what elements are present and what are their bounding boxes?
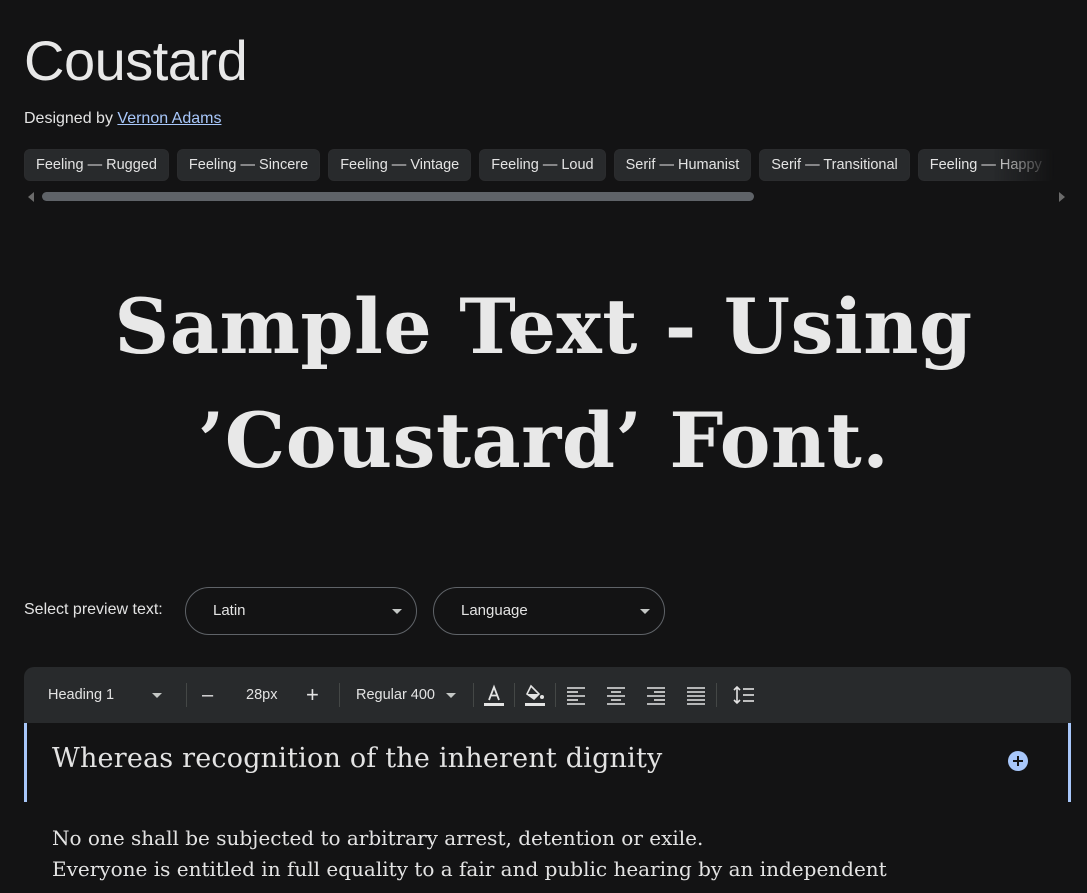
align-left-icon[interactable] — [564, 683, 588, 707]
tag-chip[interactable]: Feeling — Sincere — [176, 149, 321, 181]
body-line: No one shall be subjected to arbitrary a… — [52, 826, 704, 850]
dropdown-arrow-icon — [152, 693, 162, 698]
dropdown-arrow-icon — [640, 609, 650, 614]
font-title: Coustard — [24, 29, 248, 92]
editor-body-text[interactable]: No one shall be subjected to arbitrary a… — [52, 823, 1052, 885]
font-weight-select[interactable]: Regular 400 — [356, 667, 461, 723]
preview-text-label: Select preview text: — [24, 601, 163, 618]
toolbar-divider — [339, 683, 340, 707]
script-select[interactable]: Latin — [185, 587, 417, 635]
sample-line-2: ’Coustard’ Font. — [197, 396, 890, 485]
dropdown-arrow-icon — [446, 693, 456, 698]
script-select-value: Latin — [213, 602, 246, 619]
tag-chip-list: Feeling — Rugged Feeling — Sincere Feeling… — [24, 149, 1060, 182]
tag-chip[interactable]: Feeling — Vintage — [328, 149, 472, 181]
increase-size-button[interactable]: + — [306, 667, 319, 723]
body-line: Everyone is entitled in full equality to… — [52, 857, 887, 881]
text-color-icon[interactable] — [482, 683, 506, 707]
toolbar-divider — [716, 683, 717, 707]
text-style-select[interactable]: Heading 1 — [48, 667, 168, 723]
editor-toolbar: Heading 1 – 28px + Regular 400 — [24, 667, 1071, 723]
toolbar-divider — [186, 683, 187, 707]
sample-line-1: Sample Text - Using — [114, 282, 973, 371]
tag-chip[interactable]: Serif — Humanist — [613, 149, 752, 181]
font-weight-value: Regular 400 — [356, 687, 435, 703]
tag-chip[interactable]: Serif — Transitional — [759, 149, 910, 181]
language-select-value: Language — [461, 602, 528, 619]
editor-heading-block[interactable]: Whereas recognition of the inherent dign… — [24, 723, 1071, 802]
decrease-size-button[interactable]: – — [202, 667, 213, 723]
toolbar-divider — [555, 683, 556, 707]
align-center-icon[interactable] — [604, 683, 628, 707]
scroll-right-arrow-icon[interactable] — [1059, 192, 1065, 202]
designer-link[interactable]: Vernon Adams — [117, 110, 221, 127]
tag-chip[interactable]: Feeling — Happy — [917, 149, 1054, 181]
dropdown-arrow-icon — [392, 609, 402, 614]
designed-by-label: Designed by — [24, 110, 113, 127]
add-icon[interactable] — [1008, 751, 1028, 771]
language-select[interactable]: Language — [433, 587, 665, 635]
horizontal-scrollbar-thumb[interactable] — [42, 192, 754, 201]
toolbar-divider — [514, 683, 515, 707]
line-height-icon[interactable] — [732, 683, 756, 707]
editor-heading-text[interactable]: Whereas recognition of the inherent dign… — [52, 743, 662, 774]
designer-line: Designed by Vernon Adams — [24, 110, 221, 128]
text-style-value: Heading 1 — [48, 687, 115, 703]
font-size-value[interactable]: 28px — [246, 667, 277, 723]
tag-chip[interactable]: Feeling — Loud — [479, 149, 606, 181]
tag-chip[interactable]: Feeling — Rugged — [24, 149, 169, 181]
scroll-left-arrow-icon[interactable] — [28, 192, 34, 202]
sample-text-preview: Sample Text - Using ’Coustard’ Font. — [40, 270, 1047, 498]
align-right-icon[interactable] — [644, 683, 668, 707]
align-justify-icon[interactable] — [684, 683, 708, 707]
toolbar-divider — [473, 683, 474, 707]
highlight-color-icon[interactable] — [523, 683, 547, 707]
